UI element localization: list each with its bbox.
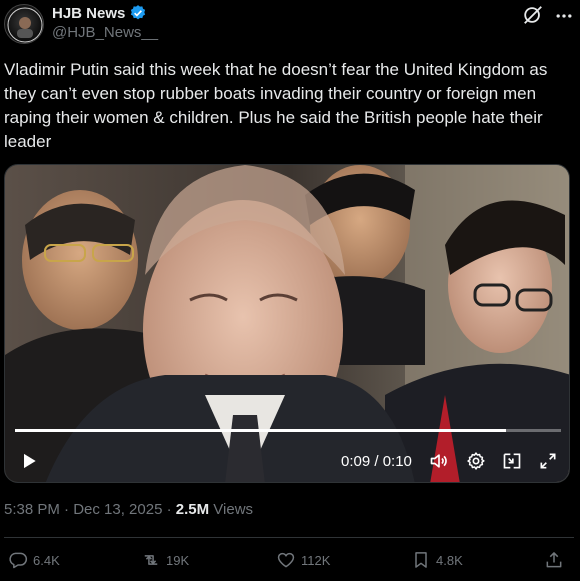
views-count: 2.5M — [175, 501, 210, 518]
divider — [4, 537, 574, 538]
play-icon[interactable] — [19, 451, 39, 471]
tweet-text: Vladimir Putin said this week that he do… — [4, 60, 548, 151]
handle[interactable]: @HJB_News__ — [52, 24, 158, 41]
video-time: 0:09 / 0:10 — [341, 453, 412, 470]
volume-icon[interactable] — [429, 451, 449, 471]
reply-button[interactable]: 6.4K — [8, 550, 60, 570]
share-button[interactable] — [544, 550, 564, 570]
pip-icon[interactable] — [502, 451, 522, 471]
verified-badge-icon — [131, 5, 146, 20]
bookmark-button[interactable]: 4.8K — [411, 550, 463, 570]
video-frame — [5, 165, 569, 482]
bookmark-icon — [415, 552, 427, 568]
avatar-logo-icon — [7, 7, 43, 43]
tweet-meta: 5:38 PM · Dec 13, 2025 · 2.5M Views — [4, 501, 253, 518]
reply-icon — [9, 552, 28, 569]
share-icon — [546, 552, 562, 568]
reply-count: 6.4K — [33, 552, 60, 568]
repost-icon — [144, 555, 158, 565]
grok-icon[interactable] — [522, 4, 544, 26]
views-label: Views — [209, 501, 254, 518]
bookmark-count: 4.8K — [436, 552, 463, 568]
like-icon — [277, 552, 295, 568]
like-button[interactable]: 112K — [276, 550, 330, 570]
avatar[interactable] — [4, 4, 44, 44]
settings-icon[interactable] — [466, 451, 486, 471]
repost-count: 19K — [166, 552, 190, 568]
action-bar: 6.4K 19K 112K 4.8K — [0, 548, 580, 576]
tweet-header: HJB News @HJB_News__ — [0, 0, 580, 50]
display-name[interactable]: HJB News — [52, 5, 125, 22]
repost-button[interactable]: 19K — [141, 550, 189, 570]
video-progress-fill — [15, 429, 507, 432]
name-row: HJB News — [52, 4, 147, 22]
fullscreen-icon[interactable] — [538, 451, 558, 471]
video-player[interactable]: 0:09 / 0:10 — [4, 164, 570, 483]
timestamp[interactable]: 5:38 PM · Dec 13, 2025 · — [4, 501, 176, 518]
like-count: 112K — [301, 552, 331, 568]
more-icon[interactable] — [554, 6, 574, 26]
